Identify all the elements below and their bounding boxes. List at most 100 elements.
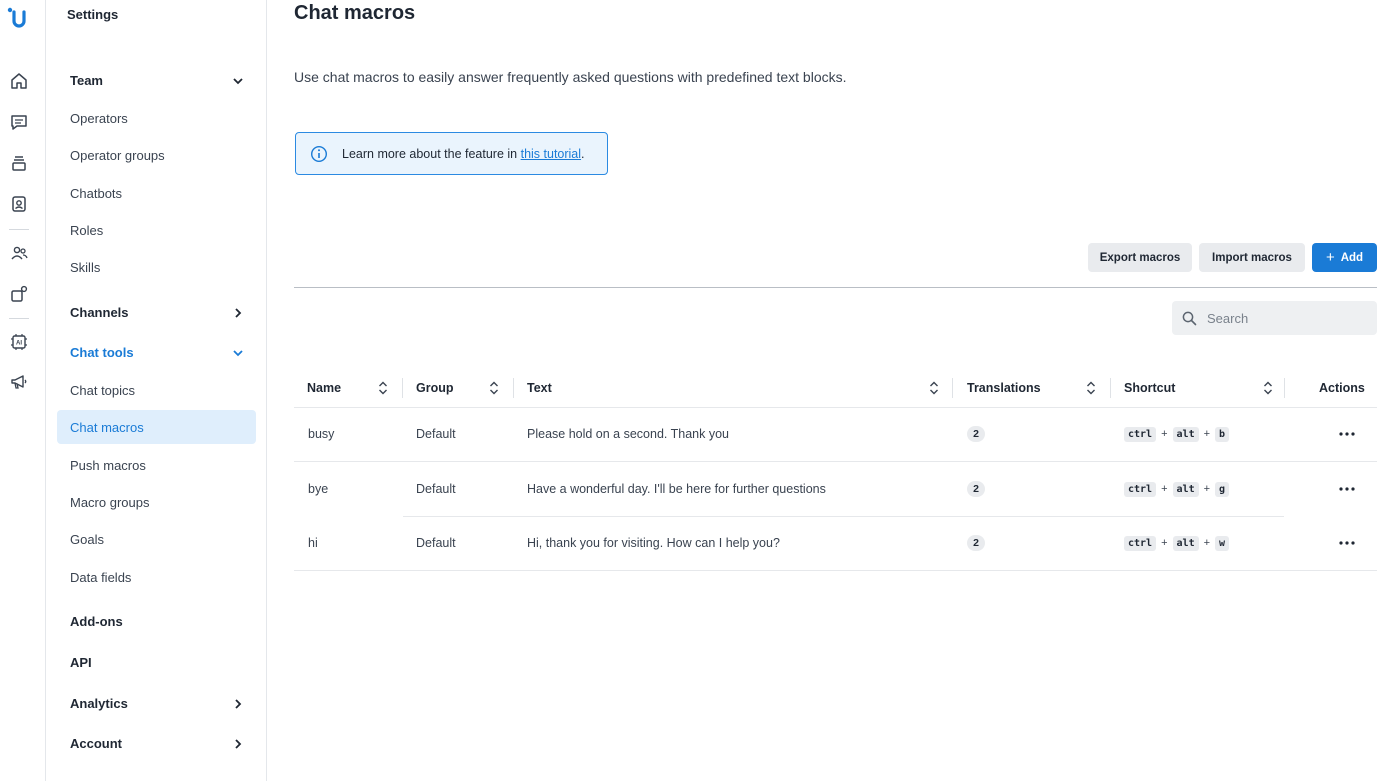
svg-text:AI: AI bbox=[16, 341, 22, 347]
more-actions-icon[interactable] bbox=[1337, 479, 1357, 499]
export-macros-button[interactable]: Export macros bbox=[1088, 243, 1192, 272]
table-row[interactable]: bye Default Have a wonderful day. I'll b… bbox=[294, 462, 1377, 516]
cell-actions bbox=[1337, 516, 1357, 570]
sort-icon[interactable] bbox=[1263, 381, 1273, 395]
sidebar-item-goals[interactable]: Goals bbox=[70, 532, 104, 547]
plus-sign: + bbox=[1203, 537, 1211, 549]
table-row[interactable]: busy Default Please hold on a second. Th… bbox=[294, 407, 1377, 461]
sidebar-item-chat-topics[interactable]: Chat topics bbox=[70, 383, 135, 398]
sidebar-section-label: Team bbox=[70, 73, 103, 88]
contacts-icon[interactable] bbox=[9, 194, 29, 214]
plus-icon: + bbox=[1325, 249, 1335, 266]
column-separator bbox=[402, 378, 403, 398]
key: alt bbox=[1172, 535, 1199, 551]
info-prefix: Learn more about the feature in bbox=[342, 146, 521, 161]
sidebar-item-chatbots[interactable]: Chatbots bbox=[70, 186, 122, 201]
table-row[interactable]: hi Default Hi, thank you for visiting. H… bbox=[294, 516, 1377, 570]
sidebar-section-team[interactable]: Team bbox=[70, 73, 244, 88]
column-separator bbox=[1284, 378, 1285, 398]
column-label: Shortcut bbox=[1124, 381, 1176, 395]
add-macro-button[interactable]: + Add bbox=[1312, 243, 1377, 272]
chevron-right-icon bbox=[235, 738, 242, 749]
home-icon[interactable] bbox=[9, 71, 29, 91]
sidebar-section-label: Analytics bbox=[70, 696, 128, 711]
column-header-translations[interactable]: Translations bbox=[967, 368, 1101, 408]
team-icon[interactable] bbox=[9, 243, 29, 263]
translations-badge: 2 bbox=[967, 426, 985, 442]
translations-badge: 2 bbox=[967, 481, 985, 497]
info-text: Learn more about the feature in this tut… bbox=[342, 147, 585, 161]
sidebar-section-chat-tools[interactable]: Chat tools bbox=[70, 345, 244, 360]
chat-icon[interactable] bbox=[9, 112, 29, 132]
chevron-right-icon bbox=[235, 307, 242, 318]
sidebar-section-label: Add-ons bbox=[70, 614, 123, 629]
cell-actions bbox=[1337, 462, 1357, 516]
sidebar-section-label: Account bbox=[70, 736, 122, 751]
sidebar-item-macro-groups[interactable]: Macro groups bbox=[70, 495, 149, 510]
plus-sign: + bbox=[1203, 428, 1211, 440]
column-separator bbox=[513, 378, 514, 398]
sort-icon[interactable] bbox=[489, 381, 499, 395]
rail-divider bbox=[9, 318, 29, 319]
cell-text: Hi, thank you for visiting. How can I he… bbox=[527, 536, 780, 550]
plus-sign: + bbox=[1161, 428, 1168, 440]
cell-name: busy bbox=[308, 427, 335, 441]
column-label: Group bbox=[416, 381, 454, 395]
sort-icon[interactable] bbox=[378, 381, 388, 395]
search-icon bbox=[1182, 311, 1197, 325]
sidebar-item-push-macros[interactable]: Push macros bbox=[70, 458, 146, 473]
import-macros-button[interactable]: Import macros bbox=[1199, 243, 1305, 272]
ai-icon[interactable]: AI bbox=[9, 332, 29, 352]
column-separator bbox=[1110, 378, 1111, 398]
sort-icon[interactable] bbox=[1086, 381, 1096, 395]
key: ctrl bbox=[1124, 481, 1157, 497]
sidebar-item-data-fields[interactable]: Data fields bbox=[70, 570, 131, 585]
table-header: Name Group Text Translations Shortcut Ac… bbox=[294, 368, 1377, 408]
chevron-down-icon bbox=[233, 77, 243, 84]
cell-translations: 2 bbox=[967, 516, 985, 570]
search-box[interactable] bbox=[1172, 301, 1377, 335]
info-banner: Learn more about the feature in this tut… bbox=[295, 132, 608, 175]
integrations-icon[interactable] bbox=[9, 284, 29, 304]
search-input[interactable] bbox=[1207, 310, 1357, 326]
sidebar-item-operator-groups[interactable]: Operator groups bbox=[70, 148, 165, 163]
cell-group: Default bbox=[416, 536, 456, 550]
cell-group: Default bbox=[416, 482, 456, 496]
column-separator bbox=[952, 378, 953, 398]
more-actions-icon[interactable] bbox=[1337, 533, 1357, 553]
sidebar-section-label: Chat tools bbox=[70, 345, 134, 360]
column-header-shortcut[interactable]: Shortcut bbox=[1124, 368, 1274, 408]
icon-rail: AI bbox=[0, 0, 46, 781]
rail-divider bbox=[9, 229, 29, 230]
sidebar-section-channels[interactable]: Channels bbox=[70, 305, 244, 320]
column-header-group[interactable]: Group bbox=[416, 368, 514, 408]
column-label: Translations bbox=[967, 381, 1041, 395]
sidebar-section-account[interactable]: Account bbox=[70, 736, 244, 751]
sidebar-section-api[interactable]: API bbox=[70, 655, 244, 670]
cell-translations: 2 bbox=[967, 462, 985, 516]
cell-shortcut: ctrl + alt + w bbox=[1124, 516, 1230, 570]
column-header-text[interactable]: Text bbox=[527, 368, 947, 408]
column-header-name[interactable]: Name bbox=[307, 368, 402, 408]
sidebar-section-analytics[interactable]: Analytics bbox=[70, 696, 244, 711]
sidebar-item-operators[interactable]: Operators bbox=[70, 111, 128, 126]
megaphone-icon[interactable] bbox=[9, 372, 29, 392]
more-actions-icon[interactable] bbox=[1337, 424, 1357, 444]
logo-icon[interactable] bbox=[6, 6, 32, 32]
inbox-stack-icon[interactable] bbox=[9, 153, 29, 173]
cell-shortcut: ctrl + alt + g bbox=[1124, 462, 1230, 516]
sidebar-section-addons[interactable]: Add-ons bbox=[70, 614, 244, 629]
sidebar-item-chat-macros[interactable]: Chat macros bbox=[70, 420, 144, 435]
sort-icon[interactable] bbox=[929, 381, 939, 395]
sidebar-item-skills[interactable]: Skills bbox=[70, 260, 100, 275]
cell-actions bbox=[1337, 407, 1357, 461]
key: alt bbox=[1172, 426, 1199, 442]
sidebar-item-roles[interactable]: Roles bbox=[70, 223, 103, 238]
add-button-label: Add bbox=[1340, 251, 1364, 264]
page-description: Use chat macros to easily answer frequen… bbox=[294, 69, 847, 85]
sidebar-title: Settings bbox=[67, 7, 119, 22]
cell-translations: 2 bbox=[967, 407, 985, 461]
tutorial-link[interactable]: this tutorial bbox=[521, 147, 581, 161]
sidebar-section-label: Channels bbox=[70, 305, 129, 320]
cell-group: Default bbox=[416, 427, 456, 441]
